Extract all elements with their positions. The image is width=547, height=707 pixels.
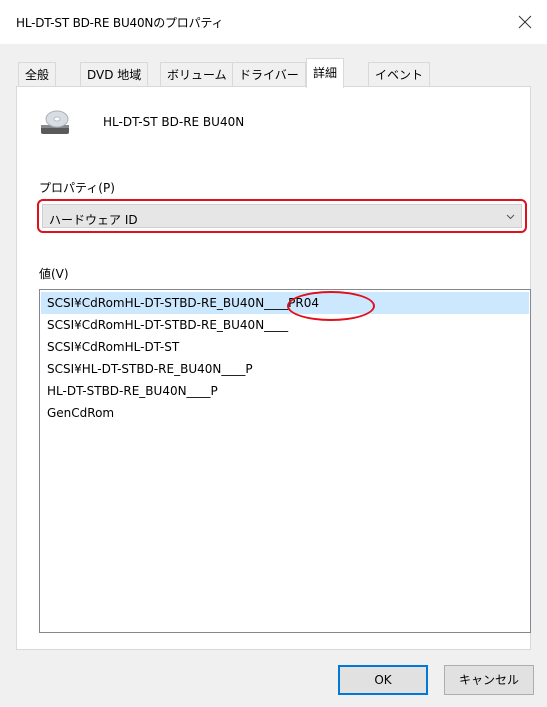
property-label: プロパティ(P) <box>39 181 115 195</box>
cancel-button[interactable]: キャンセル <box>444 665 534 695</box>
list-item[interactable]: GenCdRom <box>41 402 529 424</box>
list-item[interactable]: SCSI¥CdRomHL-DT-STBD-RE_BU40N____PR04 <box>41 292 529 314</box>
property-selected-value: ハードウェア ID <box>49 213 138 227</box>
tab-volume[interactable]: ボリューム <box>160 62 234 86</box>
window-title: HL-DT-ST BD-RE BU40Nのプロパティ <box>16 16 224 30</box>
tab-driver[interactable]: ドライバー <box>232 62 306 86</box>
property-highlight: ハードウェア ID <box>37 199 527 233</box>
tab-strip: 全般 DVD 地域 ボリューム ドライバー 詳細 イベント <box>16 58 531 88</box>
list-item[interactable]: HL-DT-STBD-RE_BU40N____P <box>41 380 529 402</box>
value-label: 値(V) <box>39 267 69 281</box>
chevron-down-icon <box>506 214 515 220</box>
device-name: HL-DT-ST BD-RE BU40N <box>103 115 245 129</box>
highlight-ellipse <box>287 291 375 321</box>
tab-dvd-region[interactable]: DVD 地域 <box>80 62 149 86</box>
tab-details[interactable]: 詳細 <box>306 58 345 88</box>
details-panel: HL-DT-ST BD-RE BU40N プロパティ(P) ハードウェア ID … <box>16 86 531 650</box>
close-button[interactable] <box>503 0 547 44</box>
list-item[interactable]: SCSI¥CdRomHL-DT-STBD-RE_BU40N____ <box>41 314 529 336</box>
tab-events[interactable]: イベント <box>368 62 431 86</box>
close-icon <box>518 15 532 29</box>
value-list[interactable]: SCSI¥CdRomHL-DT-STBD-RE_BU40N____PR04 SC… <box>39 289 531 633</box>
title-bar: HL-DT-ST BD-RE BU40Nのプロパティ <box>0 0 547 44</box>
tab-general[interactable]: 全般 <box>18 62 57 86</box>
optical-drive-icon <box>41 110 69 134</box>
list-item[interactable]: SCSI¥HL-DT-STBD-RE_BU40N____P <box>41 358 529 380</box>
list-item[interactable]: SCSI¥CdRomHL-DT-ST <box>41 336 529 358</box>
property-dropdown[interactable]: ハードウェア ID <box>42 204 522 228</box>
ok-button[interactable]: OK <box>338 665 428 695</box>
